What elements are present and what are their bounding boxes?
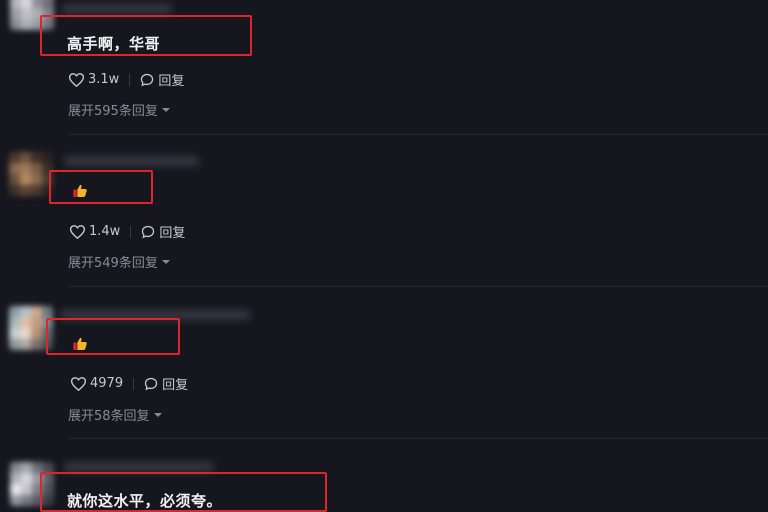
comment-actions: 4979 回复	[71, 374, 188, 393]
expand-replies-button[interactable]: 展开595条回复	[68, 100, 170, 119]
reply-button[interactable]: 回复	[141, 222, 185, 241]
divider	[68, 286, 768, 287]
expand-replies-label: 展开58条回复	[68, 409, 150, 424]
avatar[interactable]	[9, 152, 53, 196]
comment-actions: 1.4w 回复	[70, 222, 185, 241]
expand-replies-button[interactable]: 展开549条回复	[68, 252, 170, 271]
like-button[interactable]: 1.4w	[70, 224, 120, 239]
divider	[129, 73, 131, 86]
chevron-down-icon	[161, 259, 170, 264]
heart-icon	[69, 72, 84, 87]
thumbs-up-emoji	[73, 337, 87, 350]
like-button[interactable]: 3.1w	[69, 72, 119, 87]
divider	[68, 134, 768, 135]
expand-replies-label: 展开595条回复	[68, 104, 158, 119]
comment-bubble-icon	[144, 377, 158, 390]
username-blurred[interactable]	[64, 462, 214, 472]
like-count: 1.4w	[89, 224, 121, 239]
divider	[130, 225, 132, 238]
comment-emoji	[72, 183, 88, 203]
reply-label: 回复	[162, 378, 189, 393]
comment-bubble-icon	[142, 225, 155, 238]
chevron-down-icon	[161, 107, 170, 112]
heart-icon	[70, 224, 85, 239]
thumbs-up-emoji	[73, 184, 87, 197]
chevron-down-icon	[153, 412, 162, 417]
like-count: 3.1w	[88, 72, 120, 87]
comment-text: 高手啊，华哥	[67, 35, 161, 53]
username-blurred[interactable]	[64, 156, 199, 166]
like-button[interactable]: 4979	[71, 376, 123, 391]
reply-button[interactable]: 回复	[140, 70, 184, 89]
reply-button[interactable]: 回复	[144, 374, 188, 393]
highlight-box	[49, 170, 153, 204]
divider	[68, 438, 768, 439]
username-blurred[interactable]	[62, 4, 172, 14]
comment-text: 就你这水平，必须夸。	[67, 492, 223, 510]
comment-actions: 3.1w 回复	[69, 70, 184, 89]
highlight-box	[46, 318, 180, 355]
reply-label: 回复	[159, 226, 186, 241]
reply-label: 回复	[158, 74, 185, 89]
divider	[133, 377, 135, 390]
like-count: 4979	[90, 376, 124, 391]
expand-replies-label: 展开549条回复	[68, 256, 158, 271]
heart-icon	[71, 376, 86, 391]
comment-emoji	[72, 336, 88, 356]
expand-replies-button[interactable]: 展开58条回复	[68, 405, 162, 424]
comment-bubble-icon	[141, 73, 154, 86]
